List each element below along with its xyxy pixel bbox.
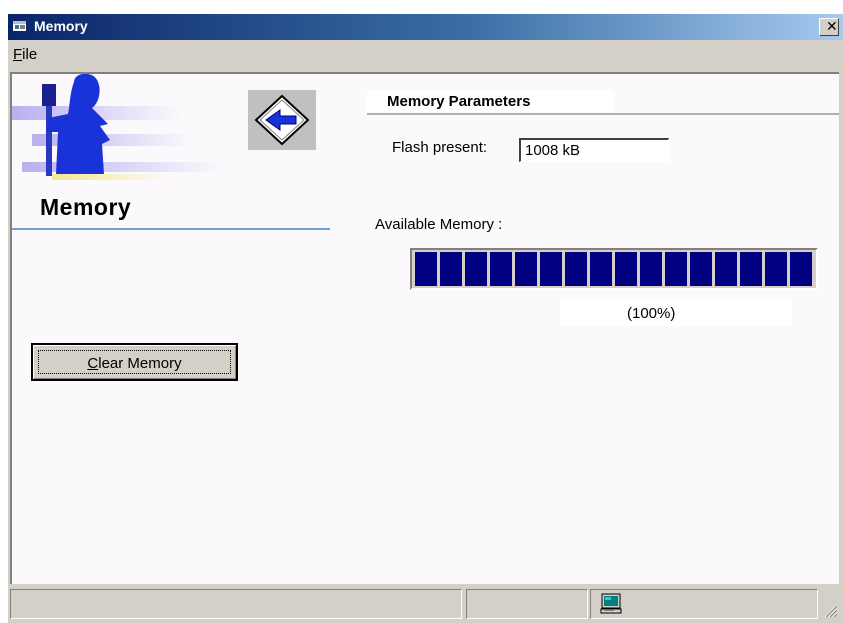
percent-box: (100%)	[560, 300, 792, 326]
flash-present-label: Flash present:	[392, 139, 488, 156]
title-bar[interactable]: Memory ✕	[8, 14, 843, 40]
computer-icon	[600, 593, 622, 614]
menu-bar: File	[8, 40, 843, 70]
flash-present-field[interactable]	[519, 138, 669, 162]
available-memory-label: Available Memory :	[375, 216, 503, 233]
menu-file[interactable]: File	[11, 46, 39, 63]
back-button[interactable]	[248, 90, 316, 150]
memory-parameters-title: Memory Parameters	[387, 93, 531, 110]
clear-memory-label: Clear Memory	[87, 355, 181, 372]
progress-fill	[415, 252, 815, 286]
clear-memory-rest: lear Memory	[98, 354, 182, 372]
parameters-divider	[367, 113, 839, 115]
progress-track	[415, 252, 815, 286]
menu-file-hotkey: F	[13, 46, 23, 63]
client-area: Memory Clear Memory Memory Parameters Fl…	[10, 72, 839, 584]
menu-file-label: ile	[22, 46, 38, 63]
section-title: Memory	[40, 194, 132, 220]
available-memory-progress	[410, 248, 818, 290]
clear-memory-hotkey: C	[87, 354, 99, 372]
operator-logo	[12, 74, 222, 180]
memory-window: Memory ✕ File Memory Clear Memory Memory…	[8, 14, 843, 623]
memory-parameters-header: Memory Parameters	[367, 90, 613, 112]
clear-memory-button[interactable]: Clear Memory	[31, 343, 238, 381]
status-bar	[10, 586, 839, 621]
resize-grip[interactable]	[822, 602, 838, 618]
app-window-icon	[13, 21, 26, 31]
status-panel-2	[466, 589, 588, 619]
status-panel-3	[590, 589, 818, 619]
window-title: Memory	[34, 18, 88, 34]
back-arrow-icon	[254, 94, 310, 146]
close-button[interactable]: ✕	[819, 18, 839, 36]
status-panel-1	[10, 589, 462, 619]
available-percent-text: (100%)	[627, 305, 676, 322]
section-divider	[12, 228, 330, 230]
